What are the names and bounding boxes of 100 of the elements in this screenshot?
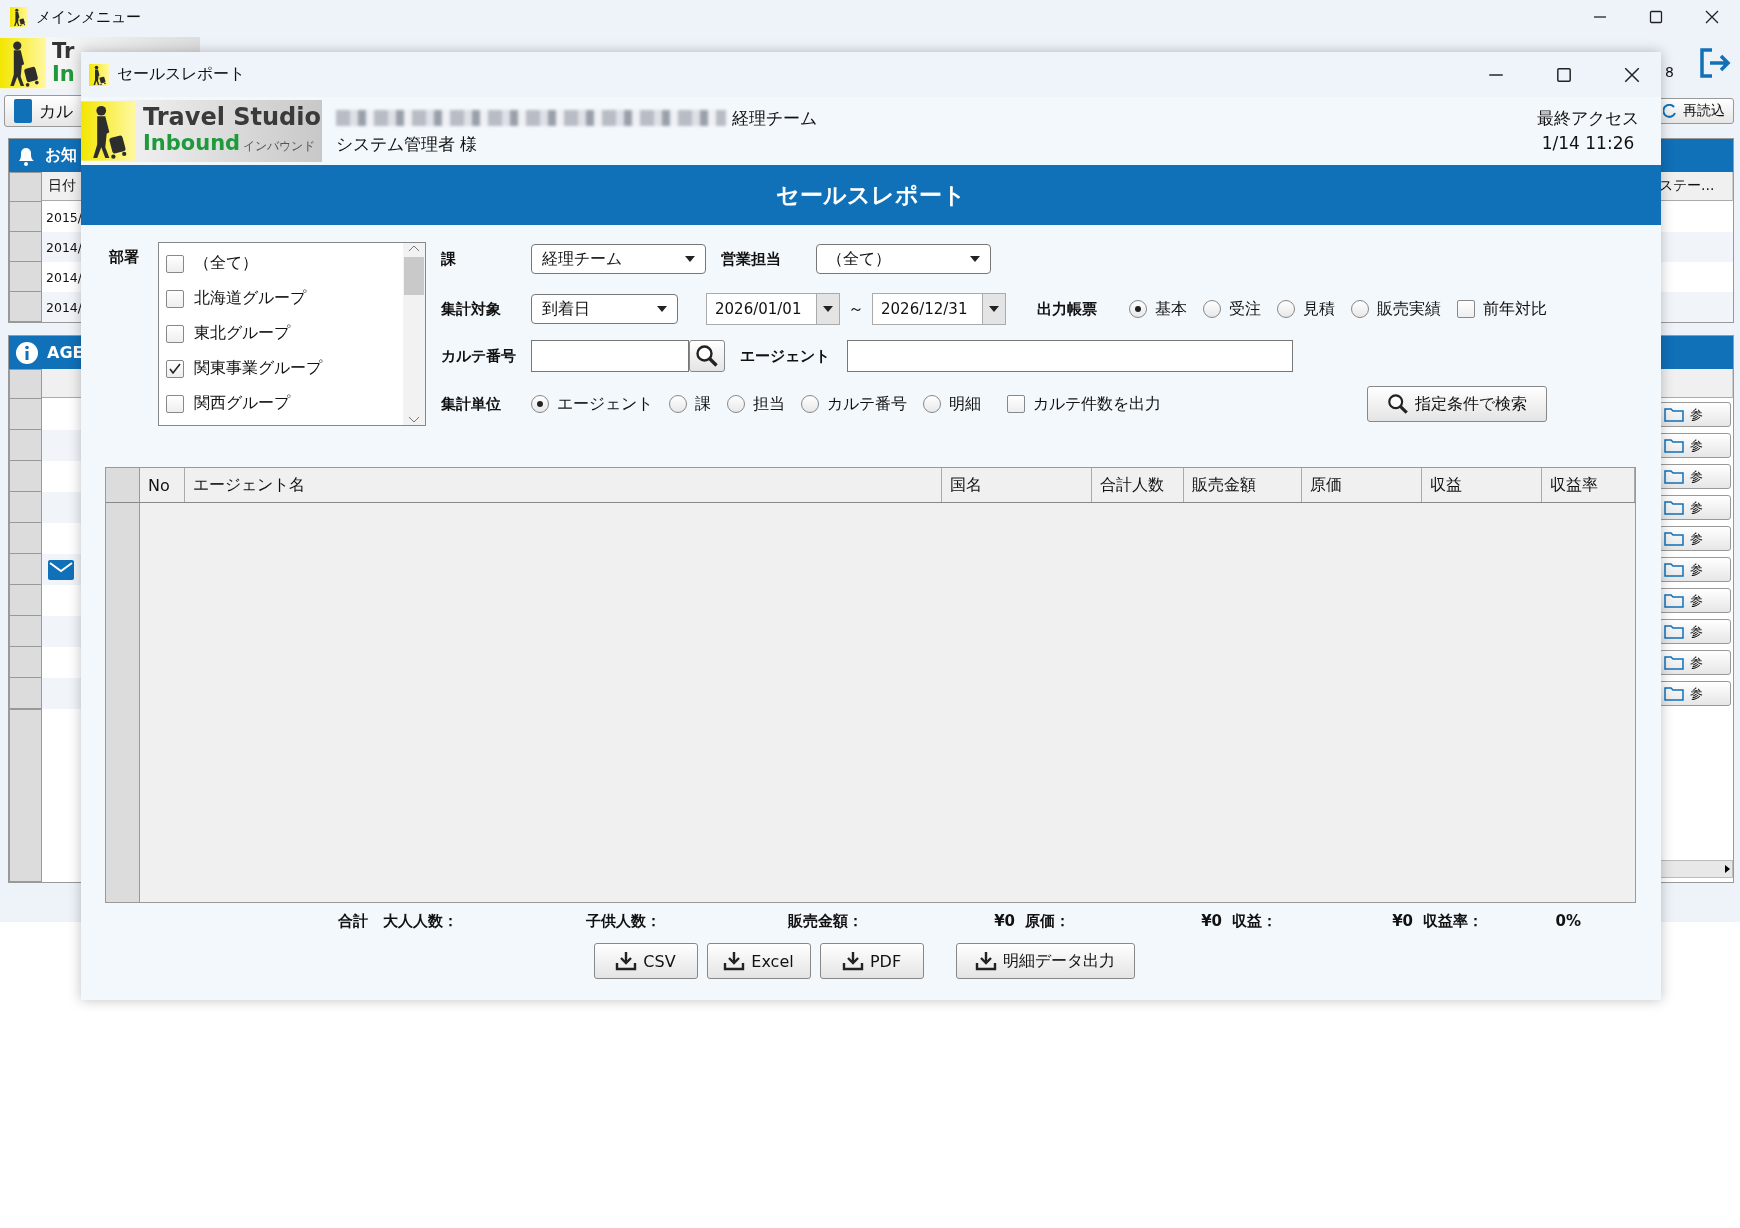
checkbox-label[interactable]: 前年対比 xyxy=(1483,298,1547,320)
window-title: セールスレポート xyxy=(117,64,245,85)
reference-button[interactable]: 参 xyxy=(1659,495,1731,520)
date-field[interactable]: 2026/12/31 xyxy=(872,293,1006,325)
panel-title: AGE xyxy=(47,343,84,362)
logo-text: Inbound xyxy=(143,129,241,156)
row-header[interactable] xyxy=(9,647,42,678)
checkbox[interactable] xyxy=(166,289,184,308)
export-button[interactable]: CSV xyxy=(593,943,698,979)
reference-button[interactable]: 参 xyxy=(1659,464,1731,489)
reference-button[interactable]: 参 xyxy=(1659,526,1731,551)
karte-number-field[interactable] xyxy=(531,340,689,372)
radio-button[interactable] xyxy=(727,395,745,413)
radio-label[interactable]: 課 xyxy=(695,393,711,415)
checkbox[interactable] xyxy=(166,324,184,343)
row-header[interactable] xyxy=(9,232,42,262)
row-header[interactable] xyxy=(9,292,42,322)
column-header[interactable]: 合計人数 xyxy=(1092,468,1184,502)
dropdown-caret-icon xyxy=(823,306,833,312)
reference-button[interactable]: 参 xyxy=(1659,557,1731,582)
list-item-label[interactable]: （全て） xyxy=(194,253,258,274)
maximize-icon[interactable] xyxy=(1555,65,1573,84)
column-header[interactable]: 原価 xyxy=(1302,468,1422,502)
field-label: 集計単位 xyxy=(441,394,502,414)
row-header[interactable] xyxy=(9,554,42,585)
checkbox[interactable] xyxy=(1457,300,1475,318)
radio-label[interactable]: カルテ番号 xyxy=(827,393,907,415)
maximize-icon[interactable] xyxy=(1648,9,1664,25)
row-header[interactable] xyxy=(9,430,42,461)
export-button[interactable]: 明細データ出力 xyxy=(955,943,1135,979)
scroll-up-icon[interactable] xyxy=(408,243,420,253)
row-header[interactable] xyxy=(9,678,42,709)
date-field[interactable]: 2026/01/01 xyxy=(706,293,840,325)
scroll-right-icon[interactable] xyxy=(1722,864,1732,874)
search-button[interactable] xyxy=(689,340,725,372)
column-header[interactable]: 販売金額 xyxy=(1184,468,1302,502)
radio-label[interactable]: 基本 xyxy=(1155,298,1187,320)
list-item-label[interactable]: 北海道グループ xyxy=(194,288,306,309)
row-header[interactable] xyxy=(9,202,42,232)
checkbox[interactable] xyxy=(1007,395,1025,413)
reference-button[interactable]: 参 xyxy=(1659,433,1731,458)
row-header[interactable] xyxy=(9,262,42,292)
envelope-icon[interactable] xyxy=(48,559,74,580)
export-button[interactable]: Excel xyxy=(706,943,811,979)
department-list[interactable]: （全て） 北海道グループ 東北グループ 関東事業グループ 関西グループ xyxy=(158,242,426,426)
agent-field[interactable] xyxy=(847,340,1293,372)
reference-button[interactable]: 参 xyxy=(1659,650,1731,675)
section-dropdown[interactable]: 経理チーム xyxy=(531,244,706,274)
reference-button[interactable]: 参 xyxy=(1659,619,1731,644)
field-label: 出力帳票 xyxy=(1037,299,1098,319)
row-header[interactable] xyxy=(9,585,42,616)
list-item-label[interactable]: 関東事業グループ xyxy=(194,358,322,379)
total-value: ¥0 xyxy=(1201,911,1222,931)
radio-button[interactable] xyxy=(801,395,819,413)
scrollbar-thumb[interactable] xyxy=(404,257,424,295)
corner-header[interactable] xyxy=(106,468,140,502)
radio-label[interactable]: 担当 xyxy=(753,393,785,415)
reference-button[interactable]: 参 xyxy=(1659,681,1731,706)
column-header[interactable]: 収益率 xyxy=(1542,468,1635,502)
radio-label[interactable]: 見積 xyxy=(1303,298,1335,320)
row-header[interactable] xyxy=(9,523,42,554)
radio-button[interactable] xyxy=(1129,300,1147,318)
column-header[interactable]: 収益 xyxy=(1422,468,1542,502)
corner-header[interactable] xyxy=(9,369,42,399)
search-by-conditions-button[interactable]: 指定条件で検索 xyxy=(1367,386,1547,422)
close-icon[interactable] xyxy=(1623,65,1641,84)
list-item-label[interactable]: 東北グループ xyxy=(194,323,290,344)
row-header[interactable] xyxy=(9,399,42,430)
checkbox[interactable] xyxy=(166,359,184,378)
radio-label[interactable]: 受注 xyxy=(1229,298,1261,320)
total-value: 0% xyxy=(1555,911,1581,931)
column-header[interactable]: 国名 xyxy=(942,468,1092,502)
checkbox[interactable] xyxy=(166,254,184,273)
column-header[interactable]: エージェント名 xyxy=(185,468,942,502)
corner-header[interactable] xyxy=(9,172,42,202)
folder-icon xyxy=(1664,655,1684,670)
radio-button[interactable] xyxy=(531,395,549,413)
logout-icon[interactable] xyxy=(1698,47,1732,79)
radio-label[interactable]: エージェント xyxy=(557,393,653,415)
radio-button[interactable] xyxy=(1203,300,1221,318)
sales-rep-dropdown[interactable]: （全て） xyxy=(816,244,991,274)
row-header[interactable] xyxy=(9,616,42,647)
list-item-label[interactable]: 関西グループ xyxy=(194,393,290,414)
row-header[interactable] xyxy=(9,461,42,492)
column-header[interactable]: No xyxy=(140,468,185,502)
reference-button[interactable]: 参 xyxy=(1659,402,1731,427)
radio-button[interactable] xyxy=(669,395,687,413)
radio-button[interactable] xyxy=(1277,300,1295,318)
radio-label[interactable]: 販売実績 xyxy=(1377,298,1441,320)
checkbox-label[interactable]: カルテ件数を出力 xyxy=(1033,393,1161,415)
reference-button[interactable]: 参 xyxy=(1659,588,1731,613)
export-button[interactable]: PDF xyxy=(819,943,924,979)
scroll-down-icon[interactable] xyxy=(408,415,420,425)
target-dropdown[interactable]: 到着日 xyxy=(531,294,678,324)
radio-button[interactable] xyxy=(1351,300,1369,318)
radio-label[interactable]: 明細 xyxy=(949,393,981,415)
close-icon[interactable] xyxy=(1704,9,1720,25)
row-header[interactable] xyxy=(9,492,42,523)
radio-button[interactable] xyxy=(923,395,941,413)
checkbox[interactable] xyxy=(166,394,184,413)
